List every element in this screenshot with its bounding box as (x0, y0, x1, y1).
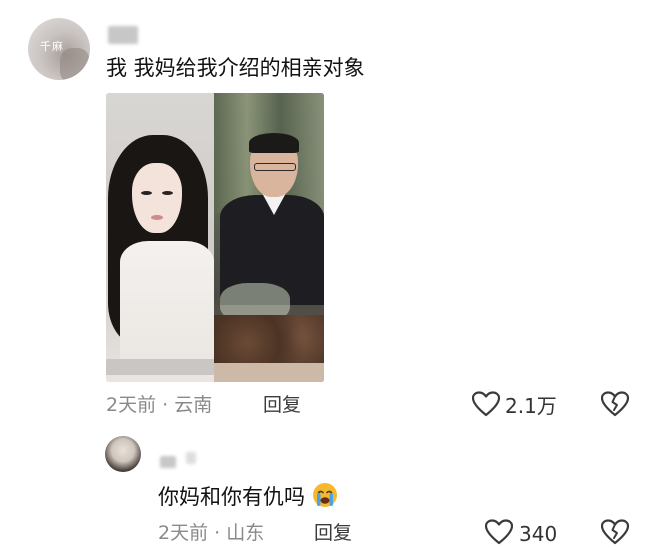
broken-heart-icon[interactable] (601, 391, 629, 417)
reply-text: 你妈和你有仇吗 (158, 485, 305, 509)
photo-left-panel (106, 93, 214, 382)
comment-meta: 2天前 · 云南 (106, 396, 212, 415)
woman-face (132, 163, 182, 233)
photo-right-panel (214, 93, 324, 382)
woman-eye-left (141, 191, 152, 195)
table-edge (214, 363, 324, 382)
reply-button[interactable]: 回复 (263, 396, 301, 415)
meta-separator: · (162, 394, 169, 416)
reply-broken-heart-icon[interactable] (601, 519, 629, 545)
reply-reply-button[interactable]: 回复 (314, 524, 352, 543)
man-glasses (254, 163, 296, 171)
reply-avatar[interactable] (105, 436, 141, 472)
loudly-crying-face-icon (312, 483, 337, 507)
reply-location: 山东 (226, 522, 265, 544)
reply-meta-separator: · (214, 522, 221, 544)
reply-heart-outline-icon[interactable] (485, 519, 513, 545)
laptop (106, 359, 214, 375)
comment-time: 2天前 (106, 394, 157, 416)
comment-image[interactable] (106, 93, 324, 382)
reply-like-count: 340 (519, 522, 558, 546)
avatar[interactable]: 千麻 (28, 18, 90, 80)
reply-time: 2天前 (158, 522, 209, 544)
like-count: 2.1万 (505, 394, 557, 418)
avatar-watermark: 千麻 (40, 40, 64, 53)
reply-username-blurred[interactable] (160, 456, 176, 468)
woman-eye-right (162, 191, 173, 195)
avatar-figure (60, 48, 90, 80)
username-blurred[interactable] (108, 26, 138, 44)
woman-lips (151, 215, 163, 220)
man-hair (249, 133, 299, 153)
comment-text: 我 我妈给我介绍的相亲对象 (106, 56, 365, 80)
reply-meta: 2天前 · 山东 (158, 524, 264, 543)
reply-username-blurred-2 (186, 452, 196, 464)
comment-location: 云南 (174, 394, 213, 416)
heart-outline-icon[interactable] (472, 391, 500, 417)
reply-text-line: 你妈和你有仇吗 (158, 482, 338, 508)
